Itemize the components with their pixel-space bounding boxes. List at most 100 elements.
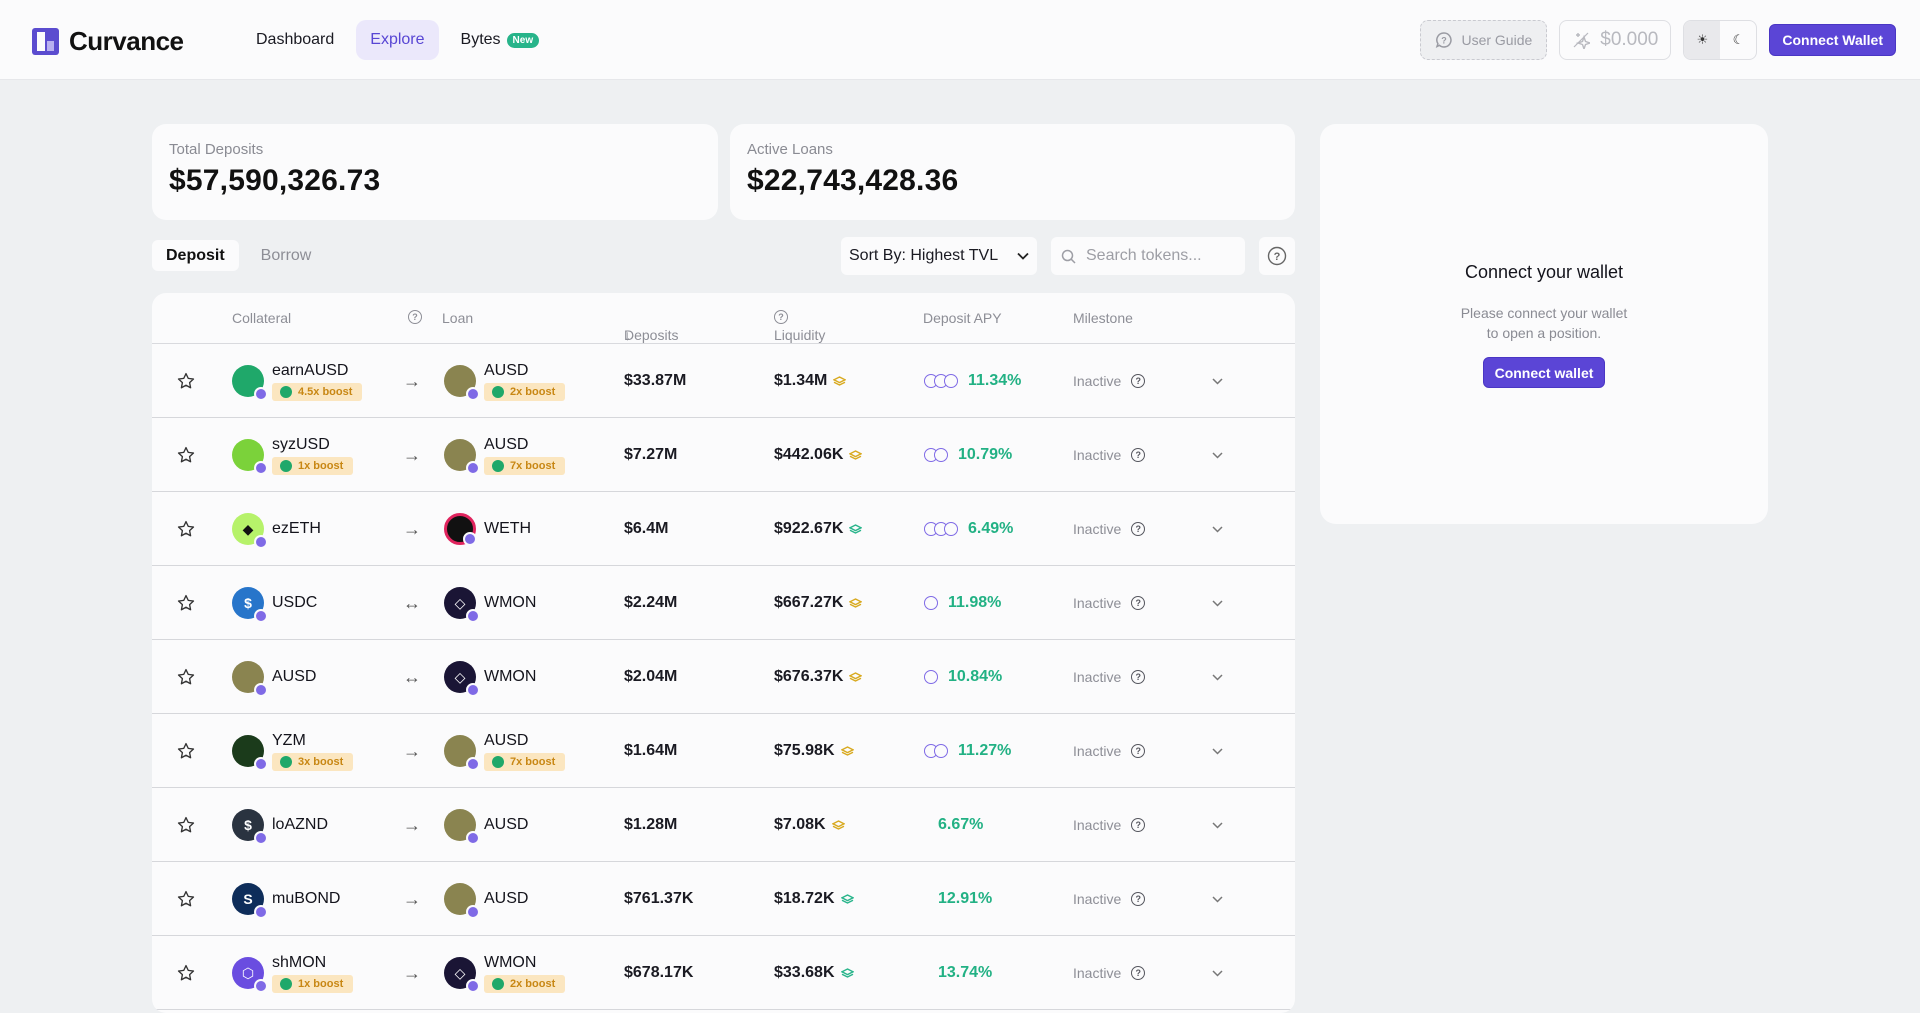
nav-explore[interactable]: Explore	[356, 20, 439, 60]
loan-token[interactable]: ◇ WMON 2x boost	[444, 936, 566, 1010]
expand-row-chevron-icon[interactable]	[1212, 640, 1223, 714]
bytes-balance-button[interactable]: $0.000	[1559, 20, 1672, 60]
question-icon[interactable]: ?	[1131, 596, 1146, 610]
sort-dropdown[interactable]: Sort By: Highest TVL	[841, 237, 1037, 275]
expand-row-chevron-icon[interactable]	[1212, 566, 1223, 640]
loan-token[interactable]: AUSD	[444, 862, 528, 936]
header-liquidity[interactable]: Liquidity?	[774, 310, 825, 343]
loan-token[interactable]: AUSD	[444, 788, 528, 862]
deposit-apy-cell[interactable]: 10.84%	[924, 640, 1002, 714]
favorite-star-icon[interactable]	[176, 936, 196, 1010]
nav-bytes[interactable]: Bytes New	[447, 20, 554, 60]
table-row[interactable]: syzUSD 1x boost → AUSD 7x boost $7.27M $…	[152, 418, 1295, 492]
pair-arrow-icon: →	[403, 814, 421, 835]
expand-row-chevron-icon[interactable]	[1212, 936, 1223, 1010]
deposit-apy-cell[interactable]: 11.34%	[924, 344, 1021, 418]
connect-wallet-button[interactable]: Connect Wallet	[1769, 24, 1896, 56]
deposit-apy-cell[interactable]: 11.27%	[924, 714, 1011, 788]
collateral-token[interactable]: syzUSD 1x boost	[232, 418, 354, 492]
header-collateral[interactable]: Collateral	[232, 310, 291, 326]
table-row[interactable]: ⬡ shMON 1x boost → ◇ WMON 2x boost $678.…	[152, 936, 1295, 1010]
table-row[interactable]: $ loAZND → AUSD $1.28M $7.08K 6.67% Inac…	[152, 788, 1295, 862]
collateral-token[interactable]: AUSD	[232, 640, 316, 714]
milestone-status: Inactive	[1073, 373, 1122, 389]
boost-token-icon	[280, 459, 292, 472]
moon-icon[interactable]: ☾	[1720, 21, 1756, 59]
header-deposit-apy[interactable]: Deposit APY	[923, 310, 1002, 326]
table-row[interactable]: S muBOND → AUSD $761.37K $18.72K 12.91% …	[152, 862, 1295, 936]
liquidity-cell: $1.34M	[774, 344, 847, 418]
deposit-apy-cell[interactable]: 13.74%	[924, 936, 992, 1010]
expand-row-chevron-icon[interactable]	[1212, 714, 1223, 788]
nav-dashboard[interactable]: Dashboard	[242, 20, 348, 60]
curvance-logo[interactable]: Curvance	[32, 26, 184, 57]
user-guide-label: User Guide	[1461, 32, 1533, 48]
expand-row-chevron-icon[interactable]	[1212, 492, 1223, 566]
favorite-star-icon[interactable]	[176, 862, 196, 936]
loan-token[interactable]: AUSD 7x boost	[444, 418, 566, 492]
question-icon[interactable]: ?	[1131, 818, 1146, 832]
header-deposits-label: Deposits	[624, 327, 679, 343]
loan-token[interactable]: AUSD 2x boost	[444, 344, 566, 418]
deposit-apy-cell[interactable]: 10.79%	[924, 418, 1012, 492]
main-nav: Dashboard Explore Bytes New	[242, 20, 553, 60]
table-row[interactable]: $ USDC ↔ ◇ WMON $2.24M $667.27K 11.98% I…	[152, 566, 1295, 640]
header-liquidity-label: Liquidity	[774, 327, 826, 343]
collateral-token[interactable]: ⬡ shMON 1x boost	[232, 936, 354, 1010]
tab-deposit[interactable]: Deposit	[152, 240, 239, 271]
deposit-apy-cell[interactable]: 6.67%	[924, 788, 983, 862]
expand-row-chevron-icon[interactable]	[1212, 344, 1223, 418]
collateral-token[interactable]: S muBOND	[232, 862, 340, 936]
expand-row-chevron-icon[interactable]	[1212, 788, 1223, 862]
expand-row-chevron-icon[interactable]	[1212, 862, 1223, 936]
chain-badge-icon	[254, 979, 268, 993]
connect-wallet-panel-button[interactable]: Connect wallet	[1482, 357, 1606, 388]
table-row[interactable]: YZM 3x boost → AUSD 7x boost $1.64M $75.…	[152, 714, 1295, 788]
collateral-token[interactable]: ◆ ezETH	[232, 492, 321, 566]
pair-arrow-icon: ↔	[403, 592, 421, 613]
user-guide-button[interactable]: ? User Guide	[1420, 20, 1548, 60]
header-loan[interactable]: Loan	[442, 310, 473, 326]
collateral-token[interactable]: $ USDC	[232, 566, 317, 640]
question-icon[interactable]: ?	[1131, 522, 1146, 536]
question-icon[interactable]: ?	[1131, 892, 1146, 906]
expand-row-chevron-icon[interactable]	[1212, 418, 1223, 492]
question-icon[interactable]: ?	[1131, 670, 1146, 684]
collateral-token-icon	[232, 661, 268, 697]
loan-token[interactable]: WETH	[444, 492, 531, 566]
help-button[interactable]: ?	[1259, 237, 1295, 275]
deposit-apy-cell[interactable]: 6.49%	[924, 492, 1013, 566]
sun-icon[interactable]: ☀	[1684, 21, 1721, 59]
question-icon[interactable]: ?	[1131, 448, 1146, 462]
favorite-star-icon[interactable]	[176, 492, 196, 566]
deposit-apy-cell[interactable]: 11.98%	[924, 566, 1001, 640]
boost-token-icon	[492, 459, 504, 472]
favorite-star-icon[interactable]	[176, 344, 196, 418]
stack-icon	[849, 597, 863, 608]
collateral-token[interactable]: earnAUSD 4.5x boost	[232, 344, 363, 418]
favorite-star-icon[interactable]	[176, 788, 196, 862]
search-input[interactable]	[1086, 247, 1226, 265]
question-icon[interactable]: ?	[1131, 966, 1146, 980]
favorite-star-icon[interactable]	[176, 640, 196, 714]
table-row[interactable]: earnAUSD 4.5x boost → AUSD 2x boost $33.…	[152, 344, 1295, 418]
table-row[interactable]: AUSD ↔ ◇ WMON $2.04M $676.37K 10.84% Ina…	[152, 640, 1295, 714]
header-milestone[interactable]: Milestone	[1073, 310, 1133, 326]
question-icon[interactable]: ?	[1131, 744, 1146, 758]
header-info-icon[interactable]: ?	[408, 310, 422, 324]
nav-explore-label: Explore	[370, 31, 425, 48]
collateral-token[interactable]: YZM 3x boost	[232, 714, 354, 788]
loan-boost-label: 2x boost	[510, 385, 556, 398]
loan-token[interactable]: ◇ WMON	[444, 566, 536, 640]
table-row[interactable]: ◆ ezETH → WETH $6.4M $922.67K 6.49% Inac…	[152, 492, 1295, 566]
loan-token[interactable]: AUSD 7x boost	[444, 714, 566, 788]
loan-token[interactable]: ◇ WMON	[444, 640, 536, 714]
favorite-star-icon[interactable]	[176, 566, 196, 640]
collateral-token-name: YZM	[272, 731, 306, 749]
question-icon[interactable]: ?	[1131, 374, 1146, 388]
deposit-apy-cell[interactable]: 12.91%	[924, 862, 992, 936]
favorite-star-icon[interactable]	[176, 418, 196, 492]
collateral-token[interactable]: $ loAZND	[232, 788, 328, 862]
tab-borrow[interactable]: Borrow	[247, 240, 326, 271]
favorite-star-icon[interactable]	[176, 714, 196, 788]
